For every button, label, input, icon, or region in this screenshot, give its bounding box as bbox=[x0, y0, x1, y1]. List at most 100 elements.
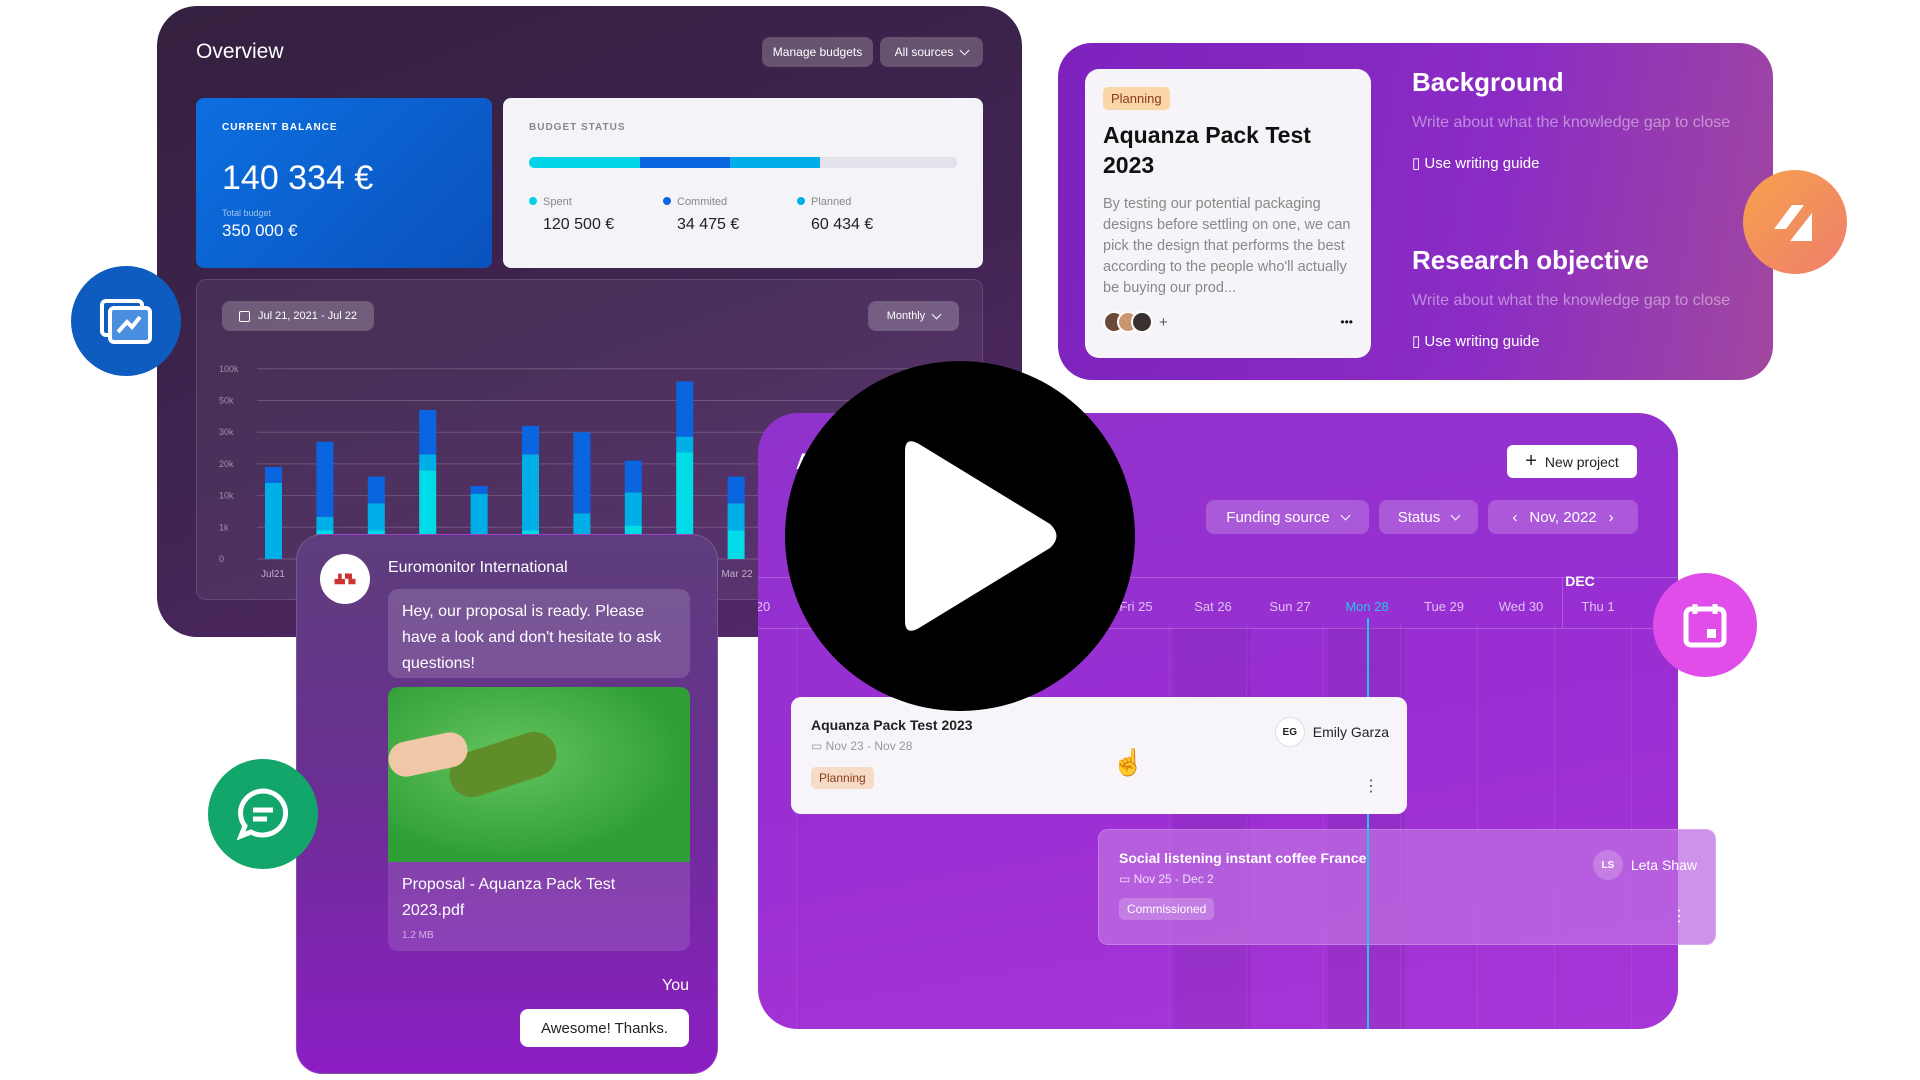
plus-icon: + bbox=[1525, 450, 1537, 472]
day-header: Tue 29 bbox=[1424, 599, 1464, 614]
day-header: Fri 25 bbox=[1119, 599, 1153, 614]
section-placeholder[interactable]: Write about what the knowledge gap to cl… bbox=[1412, 292, 1730, 310]
budget-progress-bar bbox=[529, 157, 957, 168]
prev-month-button[interactable]: ‹ bbox=[1512, 509, 1517, 526]
play-button[interactable] bbox=[785, 361, 1135, 711]
bar-segment bbox=[367, 503, 385, 531]
month-navigator[interactable]: ‹ Nov, 2022 › bbox=[1488, 500, 1638, 534]
chat-panel: ▟▞▙ Euromonitor International Hey, our p… bbox=[296, 534, 718, 1074]
month-label: Nov, 2022 bbox=[1529, 508, 1597, 526]
status-badge: Planning bbox=[811, 767, 874, 789]
project-title: Aquanza Pack Test 2023 bbox=[1103, 122, 1311, 178]
bar-segment bbox=[470, 486, 488, 494]
y-tick-label: 30k bbox=[219, 427, 234, 437]
bar-segment bbox=[727, 476, 745, 504]
bar-segment bbox=[316, 516, 334, 531]
budget-status-label: BUDGET STATUS bbox=[529, 122, 626, 133]
task-card[interactable]: Social listening instant coffee France ▭… bbox=[1098, 829, 1716, 945]
planned-segment bbox=[730, 157, 821, 168]
task-owner: EG Emily Garza bbox=[1274, 717, 1389, 747]
euromonitor-logo: ▟▞▙ bbox=[320, 554, 370, 604]
day-header: Sat 26 bbox=[1194, 599, 1232, 614]
more-options-button[interactable]: ⋮ bbox=[1363, 776, 1379, 796]
chevron-down-icon bbox=[1340, 510, 1351, 520]
background-section: Background Write about what the knowledg… bbox=[1412, 67, 1730, 172]
task-card[interactable]: Aquanza Pack Test 2023 ▭ Nov 23 - Nov 28… bbox=[791, 697, 1407, 814]
status-dropdown[interactable]: Status bbox=[1379, 500, 1478, 534]
section-heading: Research objective bbox=[1412, 245, 1650, 275]
sender-name: Euromonitor International bbox=[388, 559, 568, 576]
bar-segment bbox=[624, 492, 642, 526]
committed-segment bbox=[640, 157, 731, 168]
use-writing-guide-link[interactable]: ▯ Use writing guide bbox=[1412, 332, 1730, 350]
bar-segment bbox=[573, 432, 591, 514]
chevron-down-icon bbox=[1450, 510, 1461, 520]
bar-segment bbox=[265, 482, 282, 559]
reply-message: Awesome! Thanks. bbox=[520, 1009, 689, 1047]
bar-segment bbox=[265, 467, 282, 483]
avatar bbox=[1131, 311, 1153, 333]
legend-committed: Commited 34 475 € bbox=[663, 196, 797, 234]
avatar: EG bbox=[1274, 717, 1305, 747]
balance-label: CURRENT BALANCE bbox=[222, 122, 338, 133]
calendar-icon bbox=[1653, 573, 1757, 677]
hand-cursor-icon: ☝ bbox=[1112, 747, 1145, 777]
bar-segment bbox=[676, 436, 694, 453]
attachment-image bbox=[388, 687, 690, 862]
x-tick-label: Mar 22 bbox=[721, 569, 753, 580]
funding-source-dropdown[interactable]: Funding source bbox=[1206, 500, 1369, 534]
current-balance-card: CURRENT BALANCE 140 334 € Total budget 3… bbox=[196, 98, 492, 268]
balance-value: 140 334 € bbox=[222, 159, 374, 197]
status-badge: Commissioned bbox=[1119, 898, 1215, 920]
all-sources-dropdown[interactable]: All sources bbox=[880, 37, 983, 67]
use-writing-guide-link[interactable]: ▯ Use writing guide bbox=[1412, 154, 1730, 172]
new-project-label: New project bbox=[1544, 453, 1619, 470]
all-sources-label: All sources bbox=[894, 45, 954, 59]
next-month-label: DEC bbox=[1565, 573, 1595, 589]
x-tick-label: Jul21 bbox=[261, 569, 285, 580]
research-objective-section: Research objective Write about what the … bbox=[1412, 245, 1730, 350]
day-header: 20 bbox=[758, 599, 771, 614]
avatar: LS bbox=[1592, 850, 1623, 880]
add-member-button[interactable]: + bbox=[1159, 314, 1168, 331]
project-card[interactable]: Planning Aquanza Pack Test 2023 By testi… bbox=[1085, 69, 1371, 358]
file-size: 1.2 MB bbox=[402, 930, 434, 941]
status-badge: Planning bbox=[1103, 87, 1170, 110]
section-heading: Background bbox=[1412, 67, 1564, 97]
next-month-button[interactable]: › bbox=[1609, 509, 1614, 526]
y-tick-label: 0 bbox=[219, 554, 224, 564]
y-tick-label: 50k bbox=[219, 396, 234, 406]
committed-value: 34 475 € bbox=[677, 216, 740, 233]
bar-segment bbox=[573, 513, 591, 534]
legend-planned: Planned 60 434 € bbox=[797, 196, 931, 234]
bar-segment bbox=[316, 441, 334, 517]
bar-segment bbox=[419, 454, 437, 471]
manage-budgets-button[interactable]: Manage budgets bbox=[762, 37, 873, 67]
bar-segment bbox=[367, 476, 385, 504]
manage-budgets-label: Manage budgets bbox=[772, 45, 863, 59]
bar-segment bbox=[676, 381, 694, 437]
section-placeholder[interactable]: Write about what the knowledge gap to cl… bbox=[1412, 114, 1730, 132]
day-header: Mon 28 bbox=[1345, 599, 1389, 614]
project-description: By testing our potential packaging desig… bbox=[1103, 196, 1351, 296]
avatar-group[interactable]: + ••• bbox=[1103, 311, 1353, 333]
bar-segment bbox=[624, 460, 642, 493]
more-options-button[interactable]: ••• bbox=[1340, 315, 1353, 329]
chat-bubble-icon bbox=[208, 759, 318, 869]
play-icon bbox=[905, 441, 1057, 631]
file-attachment[interactable]: Proposal - Aquanza Pack Test 2023.pdf 1.… bbox=[388, 687, 690, 951]
total-budget-value: 350 000 € bbox=[222, 221, 298, 240]
new-project-button[interactable]: + New project bbox=[1507, 445, 1637, 478]
bar-segment bbox=[419, 410, 437, 455]
bar-segment bbox=[522, 425, 539, 455]
y-tick-label: 10k bbox=[219, 491, 234, 501]
total-budget-label: Total budget bbox=[222, 208, 272, 218]
day-header: Wed 30 bbox=[1498, 599, 1544, 614]
message-bubble: Hey, our proposal is ready. Please have … bbox=[388, 589, 690, 678]
y-tick-label: 20k bbox=[219, 459, 234, 469]
y-tick-label: 1k bbox=[219, 522, 229, 532]
bar-segment bbox=[522, 454, 539, 531]
chart-report-icon bbox=[71, 266, 181, 376]
budget-status-card: BUDGET STATUS Spent 120 500 € Commited 34 … bbox=[503, 98, 983, 268]
more-options-button[interactable]: ⋮ bbox=[1671, 906, 1687, 926]
